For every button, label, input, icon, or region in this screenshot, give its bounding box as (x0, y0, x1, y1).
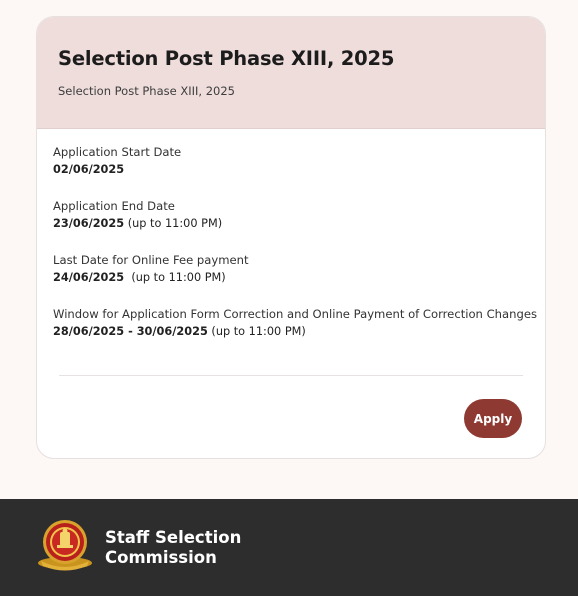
info-value: 02/06/2025 (53, 161, 529, 178)
org-name: Staff Selection Commission (105, 528, 241, 568)
info-value: 24/06/2025 (up to 11:00 PM) (53, 269, 529, 286)
card-divider (59, 375, 523, 376)
ssc-emblem-logo-icon[interactable] (35, 517, 95, 571)
info-value-date: 24/06/2025 (53, 271, 125, 284)
info-value-note: (up to 11:00 PM) (124, 217, 223, 230)
info-value-note: (up to 11:00 PM) (207, 325, 306, 338)
card-body: Application Start Date 02/06/2025 Applic… (37, 129, 545, 340)
info-end-date: Application End Date 23/06/2025 (up to 1… (53, 198, 529, 232)
info-value-date: 02/06/2025 (53, 163, 125, 176)
card-title: Selection Post Phase XIII, 2025 (58, 47, 395, 70)
apply-button[interactable]: Apply (464, 399, 522, 438)
site-footer: Staff Selection Commission (0, 499, 578, 596)
info-start-date: Application Start Date 02/06/2025 (53, 144, 529, 178)
info-correction-window: Window for Application Form Correction a… (53, 306, 538, 340)
info-value: 23/06/2025 (up to 11:00 PM) (53, 215, 529, 232)
info-label: Application Start Date (53, 145, 182, 159)
info-value-date: 28/06/2025 - 30/06/2025 (53, 325, 208, 338)
info-value-date: 23/06/2025 (53, 217, 125, 230)
notice-card: Selection Post Phase XIII, 2025 Selectio… (36, 16, 546, 459)
card-subtitle: Selection Post Phase XIII, 2025 (58, 84, 235, 98)
info-label: Application End Date (53, 199, 175, 213)
info-label: Window for Application Form Correction a… (53, 307, 538, 321)
card-header: Selection Post Phase XIII, 2025 Selectio… (37, 17, 545, 129)
info-value-note: (up to 11:00 PM) (124, 271, 226, 284)
info-label: Last Date for Online Fee payment (53, 253, 249, 267)
org-name-line1: Staff Selection (105, 528, 242, 547)
org-name-line2: Commission (105, 548, 217, 567)
info-fee-date: Last Date for Online Fee payment 24/06/2… (53, 252, 529, 286)
info-value: 28/06/2025 - 30/06/2025 (up to 11:00 PM) (53, 323, 529, 340)
